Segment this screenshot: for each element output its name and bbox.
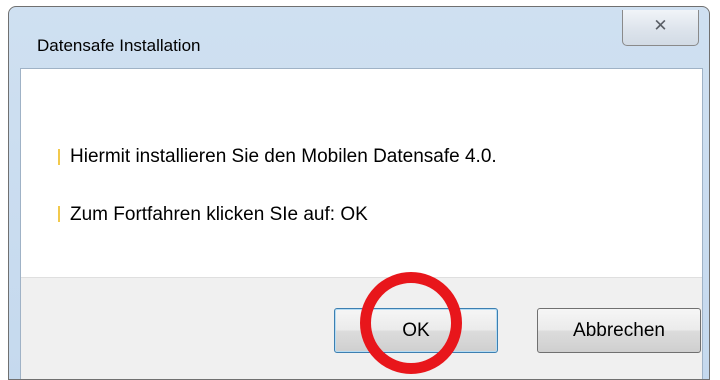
- close-button[interactable]: ✕: [622, 10, 699, 46]
- message-area: Hiermit installieren Sie den Mobilen Dat…: [21, 69, 702, 277]
- title-bar[interactable]: Datensafe Installation ✕: [9, 7, 709, 69]
- dialog-client-area: Hiermit installieren Sie den Mobilen Dat…: [20, 68, 703, 379]
- ok-button[interactable]: OK: [334, 308, 498, 353]
- cancel-button[interactable]: Abbrechen: [537, 308, 701, 353]
- button-bar: OK Abbrechen: [21, 277, 702, 379]
- install-message: Hiermit installieren Sie den Mobilen Dat…: [70, 146, 497, 167]
- continue-instruction: Zum Fortfahren klicken SIe auf: OK: [70, 204, 368, 225]
- installer-dialog: Datensafe Installation ✕ Hiermit install…: [8, 6, 710, 380]
- text-caret-mark: [58, 206, 60, 222]
- text-caret-mark: [58, 149, 60, 165]
- window-title: Datensafe Installation: [37, 36, 201, 55]
- close-icon: ✕: [653, 16, 668, 36]
